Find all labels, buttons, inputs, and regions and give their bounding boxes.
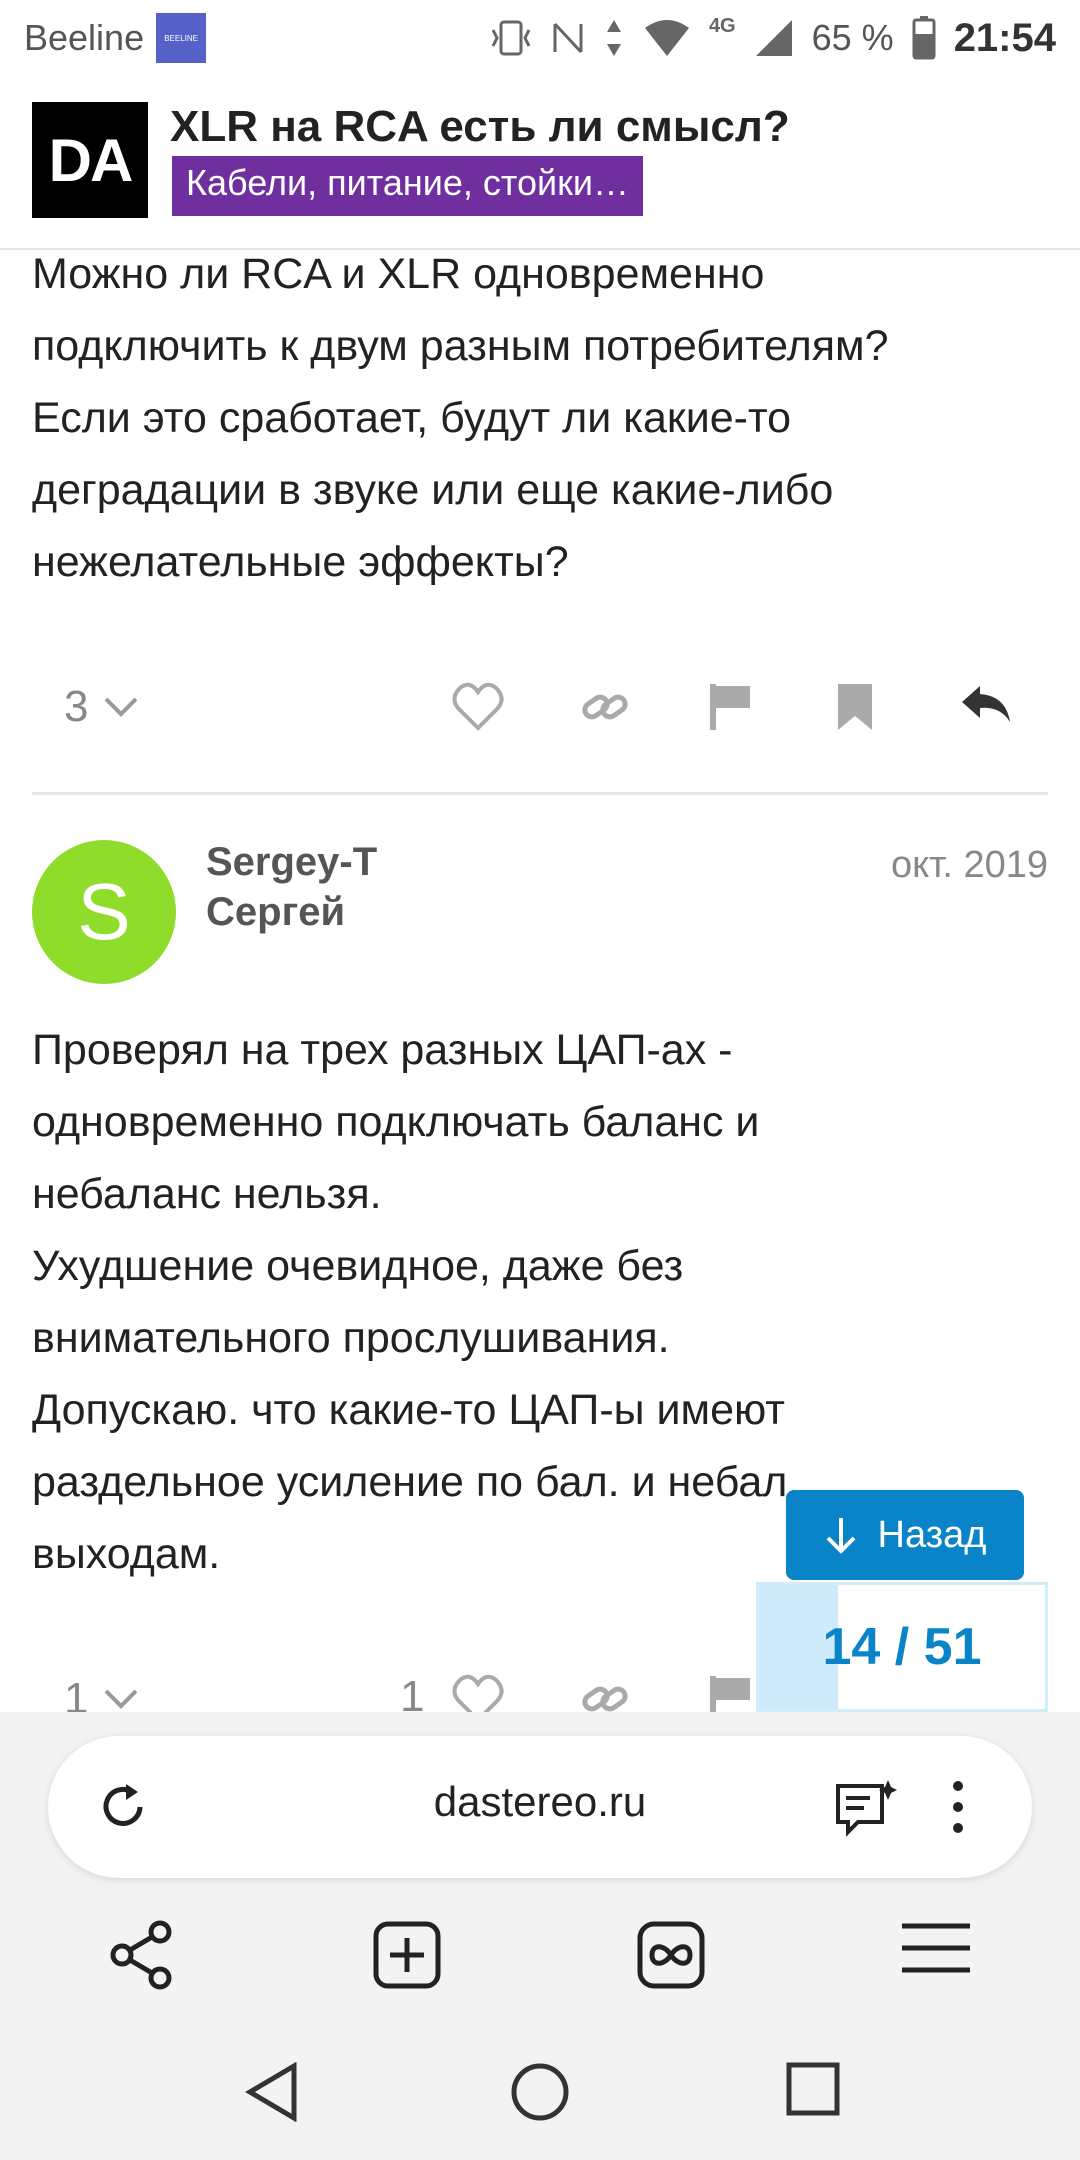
post-text-line: Проверял на трех разных ЦАП-ах - xyxy=(32,1026,733,1074)
post-1-body: Можно ли RCA и XLR одновременно подключи… xyxy=(32,238,1052,598)
topic-progress[interactable]: 14 / 51 xyxy=(756,1582,1048,1712)
link-icon[interactable] xyxy=(580,682,630,732)
site-logo[interactable]: DA xyxy=(32,102,148,218)
browser-toolbar xyxy=(0,1902,1080,2012)
address-bar[interactable]: dastereo.ru xyxy=(48,1736,1032,1878)
post-text-line: одновременно подключать баланс и xyxy=(32,1098,760,1146)
nfc-icon xyxy=(553,22,583,54)
sim-badge-icon: BEELINE xyxy=(156,13,207,63)
menu-icon[interactable] xyxy=(900,1920,972,1976)
clock: 21:54 xyxy=(953,15,1056,60)
post-text-line: Ухудшение очевидное, даже без xyxy=(32,1242,684,1290)
topic-header: DA XLR на RCA есть ли смысл? Кабели, пит… xyxy=(0,90,1080,250)
ai-summary-icon[interactable] xyxy=(834,1778,898,1838)
network-type: 4G xyxy=(708,14,736,37)
wifi-icon xyxy=(644,20,689,56)
browser-chrome: dastereo.ru xyxy=(0,1712,1080,2160)
data-arrows-icon xyxy=(606,20,621,56)
share-icon[interactable] xyxy=(108,1920,176,1990)
carrier-name: Beeline xyxy=(24,17,145,58)
post-text-line: внимательного прослушивания. xyxy=(32,1314,670,1362)
heart-icon[interactable] xyxy=(452,682,504,732)
progress-text: 14 / 51 xyxy=(822,1618,982,1676)
home-circle-icon[interactable] xyxy=(510,2062,570,2122)
vibrate-icon xyxy=(491,20,531,56)
post-divider xyxy=(32,792,1048,795)
username[interactable]: Sergey-T xyxy=(206,840,377,885)
replies-toggle[interactable]: 3 xyxy=(64,682,140,732)
arrow-down-icon xyxy=(826,1518,855,1554)
post-date[interactable]: окт. 2019 xyxy=(891,844,1048,887)
reply-icon[interactable] xyxy=(960,682,1012,726)
system-nav-bar xyxy=(0,2032,1080,2160)
category-badge[interactable]: Кабели, питание, стойки… xyxy=(172,156,643,216)
chevron-down-icon xyxy=(105,697,138,717)
more-vertical-icon[interactable] xyxy=(952,1780,964,1834)
new-tab-icon[interactable] xyxy=(372,1920,442,1990)
topic-title[interactable]: XLR на RCA есть ли смысл? xyxy=(170,102,790,152)
tabs-icon[interactable] xyxy=(636,1920,706,1990)
battery-icon xyxy=(912,16,936,60)
post-text-line: деградации в звуке или еще какие-либо xyxy=(32,466,834,514)
post-1-actions: 3 xyxy=(32,662,1048,752)
status-bar: Beeline BEELINE 4G 65 % 21:54 xyxy=(0,0,1080,76)
post-text-line: Можно ли RCA и XLR одновременно xyxy=(32,250,765,298)
recent-apps-icon[interactable] xyxy=(786,2062,840,2116)
bookmark-icon[interactable] xyxy=(836,682,874,732)
flag-icon[interactable] xyxy=(708,682,754,732)
post-text-line: нежелательные эффекты? xyxy=(32,538,569,586)
signal-icon xyxy=(755,20,792,56)
user-full-name: Сергей xyxy=(206,890,346,934)
post-text-line: небаланс нельзя. xyxy=(32,1170,382,1218)
post-text-line: Допускаю. что какие-то ЦАП-ы имеют xyxy=(32,1386,786,1434)
replies-count: 3 xyxy=(64,682,89,731)
post-text-line: Если это сработает, будут ли какие-то xyxy=(32,394,792,442)
avatar[interactable]: S xyxy=(32,840,176,984)
back-triangle-icon[interactable] xyxy=(244,2062,300,2122)
back-button-label: Назад xyxy=(877,1513,987,1556)
back-button[interactable]: Назад xyxy=(786,1490,1024,1580)
battery-percent: 65 % xyxy=(811,17,894,58)
post-text-line: подключить к двум разным потребителям? xyxy=(32,322,889,370)
chevron-down-icon xyxy=(105,1689,138,1709)
